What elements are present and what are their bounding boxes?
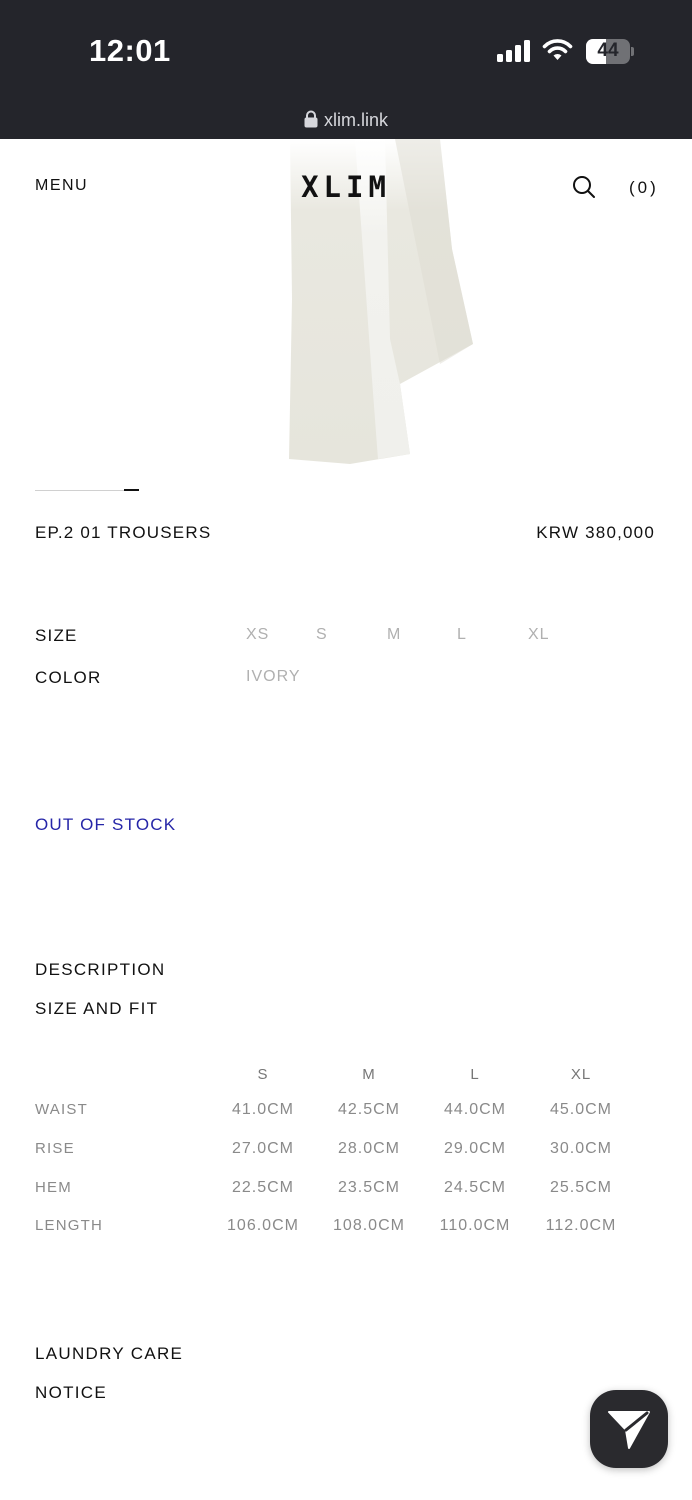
status-time: 12:01 bbox=[89, 33, 171, 68]
color-option-ivory[interactable]: IVORY bbox=[246, 668, 301, 686]
carousel-active-marker bbox=[124, 489, 139, 491]
send-button[interactable] bbox=[590, 1390, 668, 1468]
size-option-m[interactable]: M bbox=[387, 626, 401, 644]
color-label: COLOR bbox=[35, 668, 102, 687]
battery-icon: 44 bbox=[586, 39, 630, 64]
cart-button[interactable]: (0) bbox=[629, 178, 659, 198]
table-cell: 42.5CM bbox=[337, 1101, 401, 1118]
table-cell: 45.0CM bbox=[549, 1101, 613, 1118]
table-row-label: HEM bbox=[35, 1179, 72, 1196]
table-cell: 23.5CM bbox=[337, 1179, 401, 1196]
size-option-xl[interactable]: XL bbox=[528, 626, 550, 644]
size-option-xs[interactable]: XS bbox=[246, 626, 269, 644]
cellular-signal-icon bbox=[497, 40, 530, 62]
size-table-header-m: M bbox=[362, 1066, 376, 1083]
table-cell: 106.0CM bbox=[227, 1217, 299, 1234]
send-icon bbox=[608, 1411, 650, 1449]
size-table-header-s: S bbox=[257, 1066, 269, 1083]
out-of-stock-status: OUT OF STOCK bbox=[35, 815, 177, 834]
table-cell: 108.0CM bbox=[333, 1217, 405, 1234]
laundry-care-toggle[interactable]: LAUNDRY CARE bbox=[35, 1344, 183, 1364]
battery-cap bbox=[631, 47, 634, 56]
table-cell: 29.0CM bbox=[443, 1140, 507, 1157]
table-row-label: WAIST bbox=[35, 1101, 88, 1118]
table-cell: 28.0CM bbox=[337, 1140, 401, 1157]
size-and-fit-toggle[interactable]: SIZE AND FIT bbox=[35, 999, 158, 1019]
table-row-label: LENGTH bbox=[35, 1217, 104, 1234]
description-toggle[interactable]: DESCRIPTION bbox=[35, 960, 165, 980]
table-cell: 41.0CM bbox=[231, 1101, 295, 1118]
size-option-l[interactable]: L bbox=[457, 626, 467, 644]
notice-toggle[interactable]: NOTICE bbox=[35, 1383, 107, 1403]
size-table-header-l: L bbox=[470, 1066, 480, 1083]
wifi-icon bbox=[542, 39, 573, 60]
battery-level: 44 bbox=[597, 40, 619, 61]
table-cell: 27.0CM bbox=[231, 1140, 295, 1157]
table-cell: 25.5CM bbox=[549, 1179, 613, 1196]
size-option-s[interactable]: S bbox=[316, 626, 328, 644]
table-cell: 24.5CM bbox=[443, 1179, 507, 1196]
table-cell: 44.0CM bbox=[443, 1101, 507, 1118]
table-cell: 110.0CM bbox=[439, 1217, 511, 1234]
size-label: SIZE bbox=[35, 626, 78, 645]
url-text: xlim.link bbox=[323, 110, 388, 130]
table-row-label: RISE bbox=[35, 1140, 75, 1157]
status-bar: 12:01 44 xlim.link bbox=[0, 0, 692, 139]
size-table-header-xl: XL bbox=[570, 1066, 592, 1083]
lock-icon bbox=[304, 110, 318, 128]
table-cell: 30.0CM bbox=[549, 1140, 613, 1157]
product-price: KRW 380,000 bbox=[536, 523, 655, 542]
product-name: EP.2 01 TROUSERS bbox=[35, 523, 212, 542]
search-icon[interactable] bbox=[572, 175, 596, 199]
table-cell: 22.5CM bbox=[231, 1179, 295, 1196]
table-cell: 112.0CM bbox=[545, 1217, 617, 1234]
address-bar[interactable]: xlim.link bbox=[0, 110, 692, 131]
